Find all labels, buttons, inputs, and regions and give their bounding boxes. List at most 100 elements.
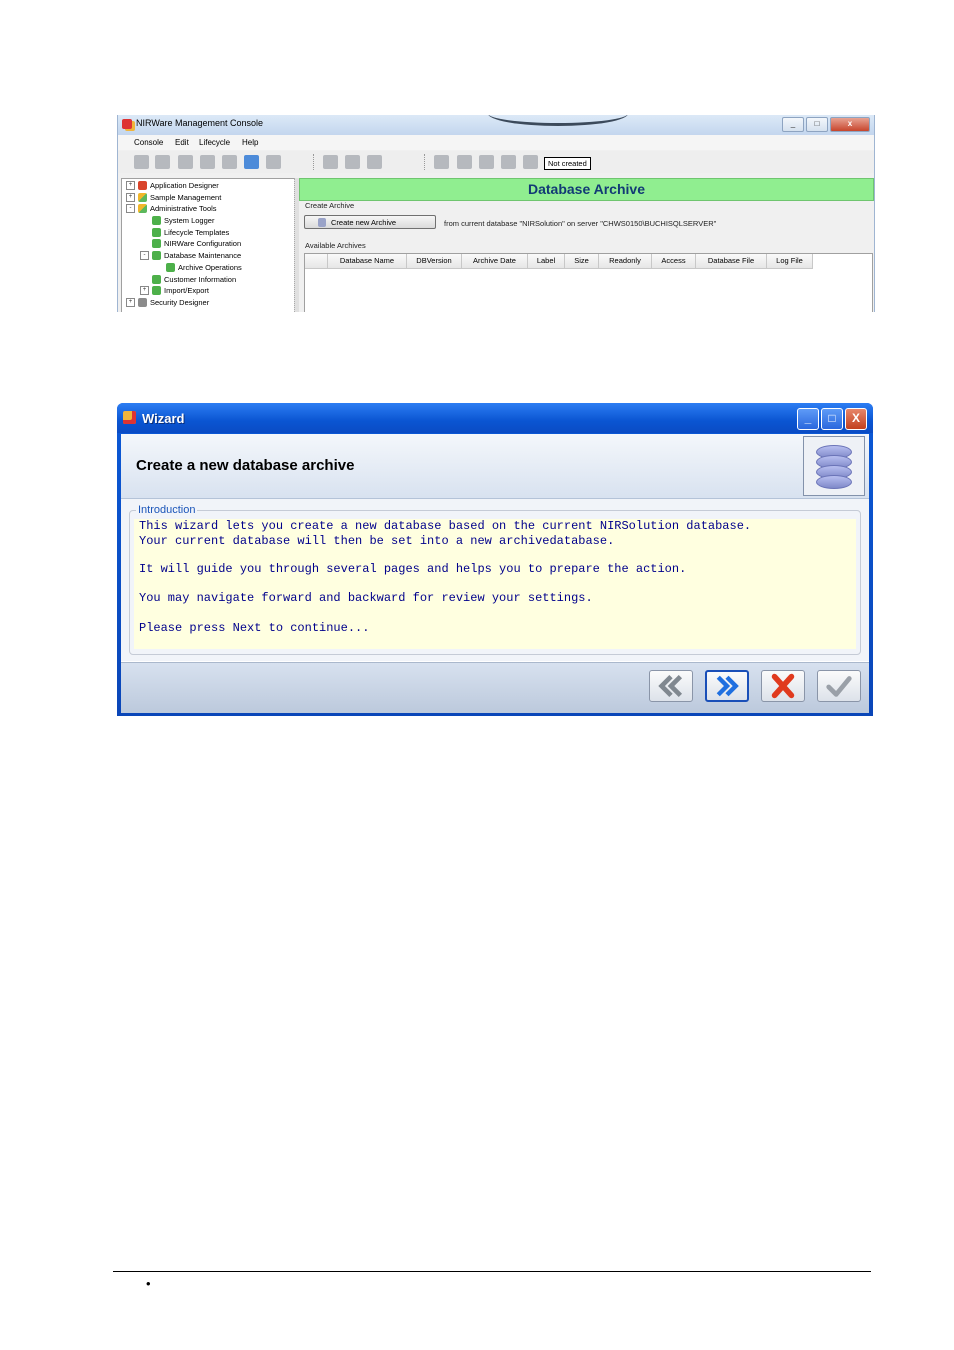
- puzzle-icon: [152, 216, 161, 225]
- column-header[interactable]: Database File: [696, 254, 767, 269]
- database-icon: [803, 436, 865, 496]
- database-copy-icon[interactable]: [501, 155, 516, 169]
- menu-lifecycle[interactable]: Lifecycle: [199, 138, 230, 147]
- minimize-button[interactable]: _: [782, 117, 804, 132]
- database-disk: [816, 475, 852, 489]
- introduction-text: This wizard lets you create a new databa…: [134, 519, 856, 649]
- column-header[interactable]: Access: [652, 254, 696, 269]
- tree-item-nirware-configuration[interactable]: NIRWare Configuration: [152, 238, 241, 249]
- wizard-title: Wizard: [142, 411, 185, 426]
- report-icon[interactable]: [266, 155, 281, 169]
- tree-item-label: Lifecycle Templates: [164, 228, 230, 237]
- column-header[interactable]: Log File: [767, 254, 813, 269]
- expander-icon[interactable]: +: [126, 298, 135, 307]
- database-icon: [318, 218, 326, 227]
- create-archive-group-label: Create Archive: [305, 201, 355, 210]
- create-archive-button[interactable]: Create new Archive: [304, 215, 436, 229]
- tree-item-label: System Logger: [164, 216, 215, 225]
- database-icon[interactable]: [479, 155, 494, 169]
- tree-item-label: Sample Management: [150, 193, 222, 202]
- intro-line: It will guide you through several pages …: [139, 562, 687, 576]
- desktop-background-fragment: [488, 115, 628, 126]
- tree-item-lifecycle-templates[interactable]: Lifecycle Templates: [152, 227, 229, 238]
- puzzle-icon: [152, 286, 161, 295]
- tree-item-database-maintenance[interactable]: - Database Maintenance: [140, 250, 241, 261]
- column-header[interactable]: Database Name: [328, 254, 407, 269]
- column-header[interactable]: Size: [565, 254, 599, 269]
- expander-icon[interactable]: +: [126, 193, 135, 202]
- tree-item-system-logger[interactable]: System Logger: [152, 215, 214, 226]
- paste-icon[interactable]: [367, 155, 382, 169]
- expander-icon[interactable]: -: [140, 251, 149, 260]
- close-button[interactable]: X: [845, 408, 867, 430]
- navigation-tree: + Application Designer + Sample Manageme…: [121, 178, 295, 312]
- tree-item-import-export[interactable]: + Import/Export: [140, 285, 209, 296]
- delete-icon[interactable]: [155, 155, 170, 169]
- page-bullet: •: [146, 1276, 151, 1291]
- app-icon: [122, 119, 132, 129]
- tree-item-administrative-tools[interactable]: - Administrative Tools: [126, 203, 217, 214]
- save-icon[interactable]: [178, 155, 193, 169]
- archive-source-note: from current database "NIRSolution" on s…: [444, 219, 717, 228]
- expander-icon[interactable]: -: [126, 204, 135, 213]
- expander-icon[interactable]: +: [140, 286, 149, 295]
- tree-item-label: Application Designer: [150, 181, 219, 190]
- maximize-button[interactable]: □: [806, 117, 828, 132]
- wizard-window-controls: _ □ X: [795, 408, 867, 430]
- row-selector-header: [305, 254, 328, 269]
- wizard-footer: [121, 662, 869, 713]
- column-header[interactable]: Archive Date: [462, 254, 528, 269]
- column-header[interactable]: Label: [528, 254, 565, 269]
- tree-item-label: Administrative Tools: [150, 204, 217, 213]
- back-button[interactable]: [649, 670, 693, 702]
- menu-help[interactable]: Help: [242, 138, 258, 147]
- copy-icon[interactable]: [345, 155, 360, 169]
- tree-item-security-designer[interactable]: + Security Designer: [126, 297, 209, 308]
- wizard-heading: Create a new database archive: [136, 457, 355, 474]
- refresh-icon[interactable]: [244, 155, 259, 169]
- console-title: NIRWare Management Console: [136, 118, 264, 128]
- minimize-button[interactable]: _: [797, 408, 819, 430]
- menu-console[interactable]: Console: [134, 138, 163, 147]
- puzzle-icon: [152, 228, 161, 237]
- puzzle-icon: [138, 298, 147, 307]
- introduction-group-label: Introduction: [136, 504, 198, 516]
- puzzle-icon: [152, 239, 161, 248]
- maximize-button[interactable]: □: [821, 408, 843, 430]
- database-export-icon[interactable]: [523, 155, 538, 169]
- close-button[interactable]: x: [830, 117, 870, 132]
- menu-edit[interactable]: Edit: [175, 138, 189, 147]
- tree-item-label: Database Maintenance: [164, 251, 242, 260]
- intro-line: Please press Next to continue...: [139, 621, 370, 635]
- cancel-icon: [771, 673, 795, 699]
- intro-line: You may navigate forward and backward fo…: [139, 591, 593, 605]
- tree-item-label: Customer Information: [164, 275, 237, 284]
- lifecycle-icon[interactable]: [434, 155, 449, 169]
- add-icon[interactable]: [134, 155, 149, 169]
- wizard-header: Create a new database archive: [121, 434, 869, 499]
- column-header[interactable]: Readonly: [599, 254, 652, 269]
- print-icon[interactable]: [222, 155, 237, 169]
- transfer-icon[interactable]: [457, 155, 472, 169]
- wizard-titlebar: Wizard _ □ X: [117, 403, 873, 433]
- expander-icon[interactable]: +: [126, 181, 135, 190]
- back-icon: [658, 674, 683, 698]
- cut-icon[interactable]: [323, 155, 338, 169]
- tree-item-application-designer[interactable]: + Application Designer: [126, 180, 219, 191]
- save-all-icon[interactable]: [200, 155, 215, 169]
- wizard-content: Create a new database archive Introducti…: [121, 434, 869, 713]
- menu-bar: Console Edit Lifecycle Help: [118, 135, 874, 150]
- tree-item-archive-operations[interactable]: Archive Operations: [166, 262, 242, 273]
- panel-title: Database Archive: [299, 178, 874, 201]
- next-button[interactable]: [705, 670, 749, 702]
- window-controls: _ □ x: [780, 117, 870, 132]
- finish-button[interactable]: [817, 670, 861, 702]
- page-footer-rule: [113, 1271, 871, 1272]
- cancel-button[interactable]: [761, 670, 805, 702]
- tree-item-customer-information[interactable]: Customer Information: [152, 274, 236, 285]
- tree-item-sample-management[interactable]: + Sample Management: [126, 192, 221, 203]
- intro-line: Your current database will then be set i…: [139, 534, 615, 548]
- column-header[interactable]: DBVersion: [407, 254, 462, 269]
- tree-item-label: Archive Operations: [178, 263, 242, 272]
- puzzle-icon: [138, 193, 147, 202]
